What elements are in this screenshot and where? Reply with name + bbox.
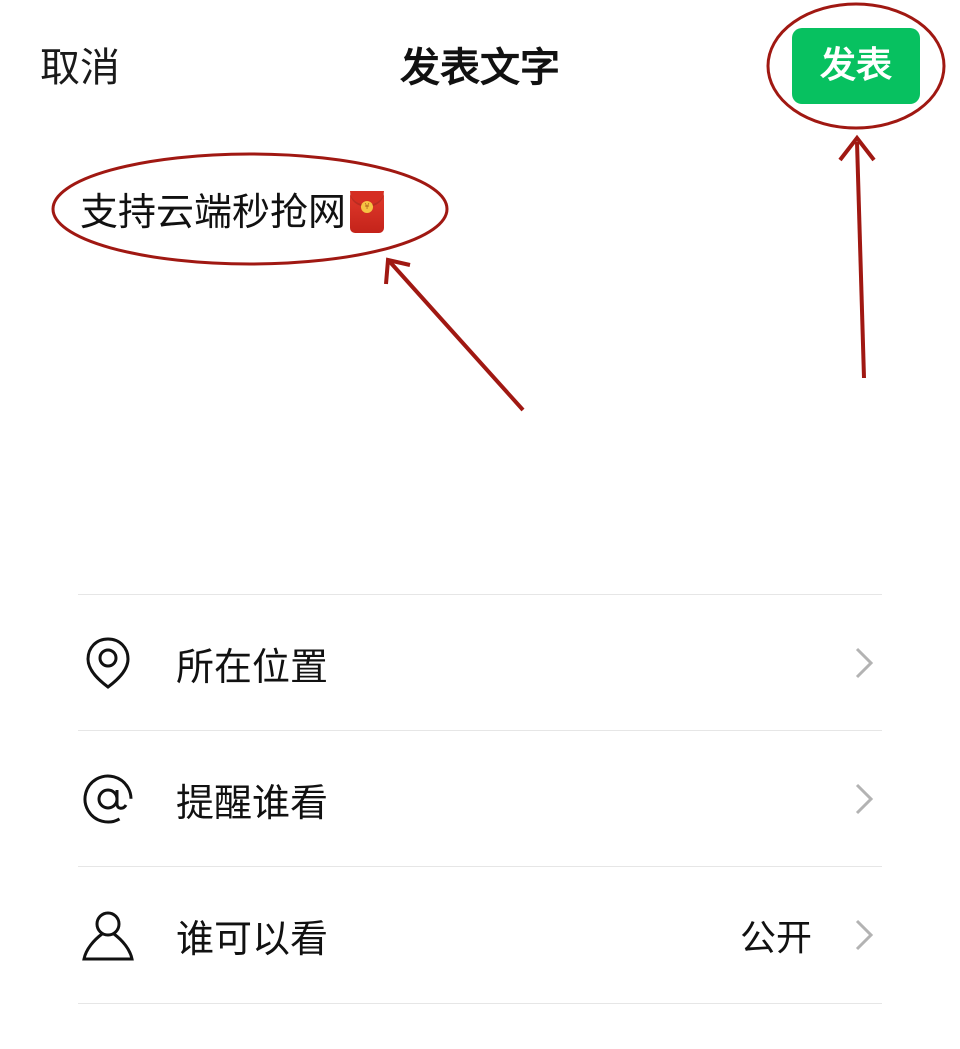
- chevron-right-icon: [855, 647, 874, 679]
- settings-row-value: 公开: [739, 918, 812, 959]
- post-text: 支持云端秒抢网: [80, 190, 347, 234]
- chevron-right-icon: [855, 783, 874, 815]
- settings-row-visibility[interactable]: 谁可以看 公开: [78, 867, 882, 1003]
- post-content[interactable]: 支持云端秒抢网 ¥: [80, 184, 385, 240]
- annotation-arrow-text: [384, 257, 525, 412]
- settings-row-label: 谁可以看: [176, 916, 329, 961]
- settings-row-label: 所在位置: [176, 644, 329, 689]
- red-packet-icon: ¥: [350, 191, 385, 233]
- settings-row-mention[interactable]: 提醒谁看: [78, 731, 882, 867]
- annotation-arrow-publish: [838, 134, 876, 379]
- person-icon: [78, 905, 138, 965]
- divider: [78, 1003, 882, 1004]
- settings-row-location[interactable]: 所在位置: [78, 595, 882, 731]
- at-sign-icon: [78, 769, 138, 829]
- chevron-right-icon: [855, 919, 874, 951]
- settings-row-label: 提醒谁看: [176, 780, 329, 825]
- location-pin-icon: [78, 633, 138, 693]
- publish-button[interactable]: 发表: [792, 28, 920, 104]
